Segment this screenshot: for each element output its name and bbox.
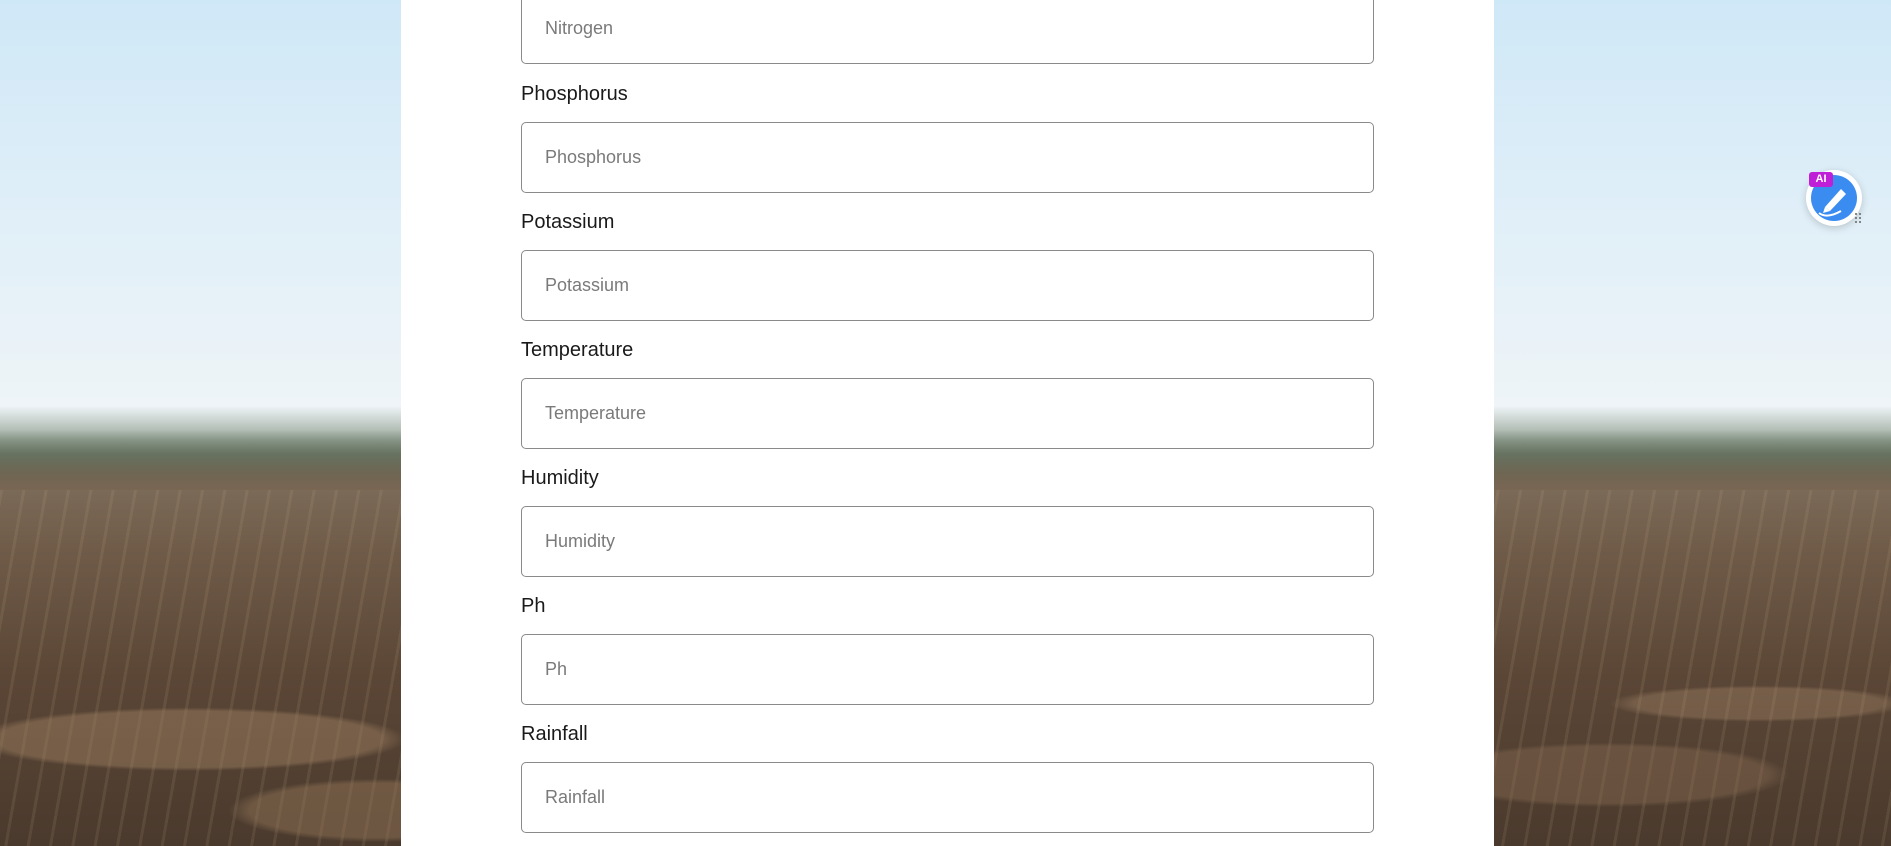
temperature-input[interactable] <box>521 378 1374 449</box>
temperature-label: Temperature <box>521 339 634 361</box>
form-panel: Phosphorus Potassium Temperature Humidit… <box>401 0 1494 846</box>
potassium-input[interactable] <box>521 250 1374 321</box>
ph-label: Ph <box>521 595 546 617</box>
nitrogen-input[interactable] <box>521 0 1374 64</box>
potassium-label: Potassium <box>521 211 615 233</box>
ph-input[interactable] <box>521 634 1374 705</box>
humidity-label: Humidity <box>521 467 599 489</box>
rainfall-input[interactable] <box>521 762 1374 833</box>
rainfall-label: Rainfall <box>521 723 588 745</box>
ai-badge: AI <box>1809 172 1833 187</box>
phosphorus-input[interactable] <box>521 122 1374 193</box>
page: Phosphorus Potassium Temperature Humidit… <box>0 0 1891 846</box>
humidity-input[interactable] <box>521 506 1374 577</box>
phosphorus-label: Phosphorus <box>521 83 628 105</box>
ai-assistant-button[interactable]: AI <box>1806 170 1862 226</box>
drag-grip-icon[interactable] <box>1854 212 1864 224</box>
